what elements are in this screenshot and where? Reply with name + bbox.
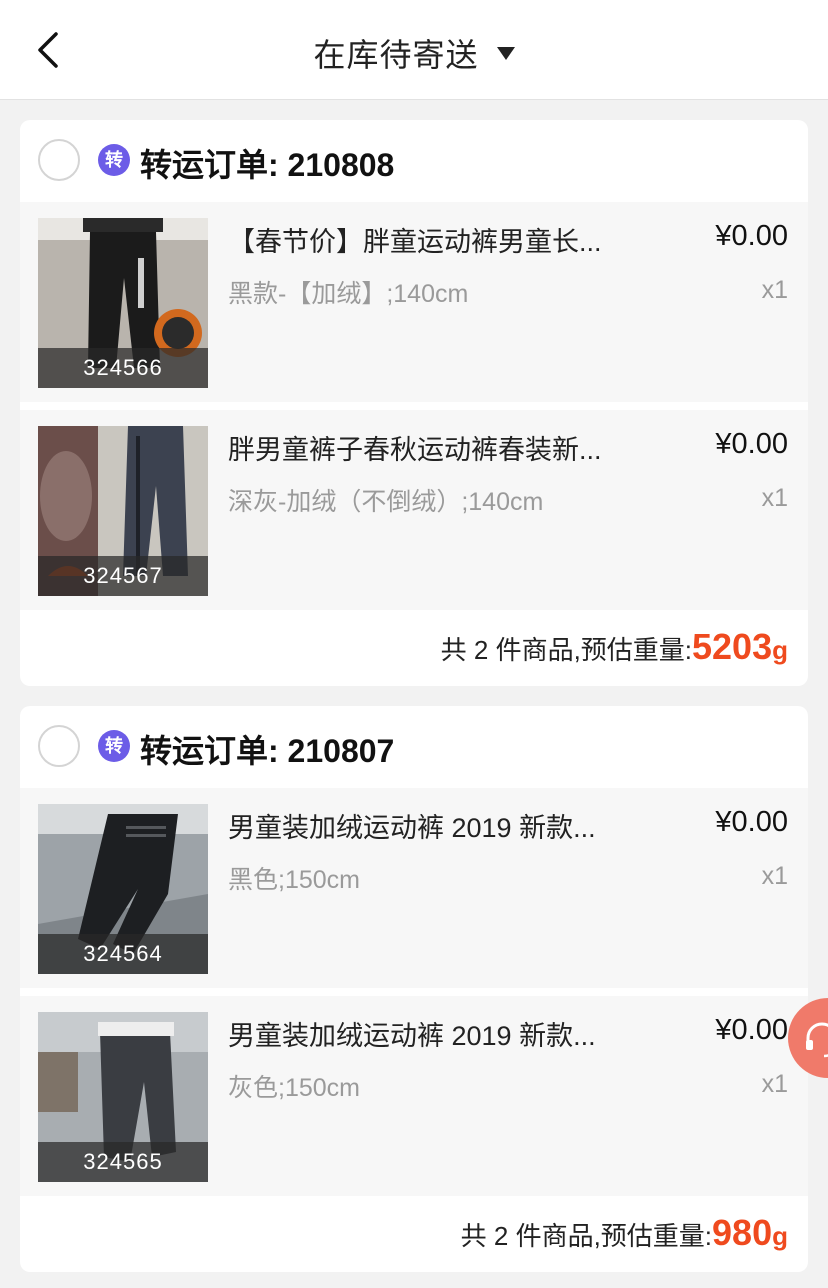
product-row[interactable]: 324565 男童装加绒运动裤 2019 新款... 灰色;150cm ¥0.0… bbox=[20, 996, 808, 1196]
estimated-weight: 980 bbox=[712, 1212, 773, 1253]
summary-text: 共 2 件商品,预估重量: bbox=[460, 1221, 713, 1251]
product-quantity: x1 bbox=[761, 484, 788, 512]
product-quantity: x1 bbox=[761, 276, 788, 304]
product-spec: 黑款-【加绒】;140cm bbox=[228, 280, 469, 308]
estimated-weight: 5203 bbox=[692, 626, 773, 667]
weight-unit: g bbox=[772, 1221, 788, 1251]
product-price: ¥0.00 bbox=[715, 1014, 788, 1046]
product-quantity: x1 bbox=[761, 862, 788, 890]
product-title: 男童装加绒运动裤 2019 新款... bbox=[228, 1021, 596, 1051]
product-thumbnail: 324565 bbox=[38, 1012, 208, 1182]
weight-unit: g bbox=[772, 635, 788, 665]
order-card: 转 转运订单: 210808 324566 【春节价】胖童运动裤男童长... 黑… bbox=[20, 120, 808, 686]
order-number: 转运订单: 210807 bbox=[140, 733, 395, 769]
product-row[interactable]: 324566 【春节价】胖童运动裤男童长... 黑款-【加绒】;140cm ¥0… bbox=[20, 202, 808, 402]
product-thumbnail: 324564 bbox=[38, 804, 208, 974]
product-title: 【春节价】胖童运动裤男童长... bbox=[228, 227, 602, 257]
product-code: 324565 bbox=[38, 1142, 208, 1182]
product-price: ¥0.00 bbox=[715, 806, 788, 838]
product-spec: 灰色;150cm bbox=[228, 1074, 360, 1102]
caret-down-icon bbox=[496, 46, 515, 60]
order-header: 转 转运订单: 210807 bbox=[20, 706, 808, 788]
top-nav-bar: 在库待寄送 bbox=[0, 0, 828, 100]
product-price: ¥0.00 bbox=[715, 428, 788, 460]
order-select-checkbox[interactable] bbox=[38, 725, 80, 767]
product-code: 324564 bbox=[38, 934, 208, 974]
product-code: 324566 bbox=[38, 348, 208, 388]
order-summary: 共 2 件商品,预估重量:980g bbox=[20, 1200, 808, 1272]
transfer-badge: 转 bbox=[98, 144, 130, 176]
page-title: 在库待寄送 bbox=[313, 37, 479, 73]
product-title: 男童装加绒运动裤 2019 新款... bbox=[228, 813, 596, 843]
transfer-badge: 转 bbox=[98, 730, 130, 762]
order-number: 转运订单: 210808 bbox=[140, 147, 395, 183]
customer-service-headset-icon bbox=[806, 1022, 828, 1058]
order-header: 转 转运订单: 210808 bbox=[20, 120, 808, 202]
product-price: ¥0.00 bbox=[715, 220, 788, 252]
product-thumbnail: 324566 bbox=[38, 218, 208, 388]
product-spec: 深灰-加绒（不倒绒）;140cm bbox=[228, 488, 544, 516]
product-row[interactable]: 324564 男童装加绒运动裤 2019 新款... 黑色;150cm ¥0.0… bbox=[20, 788, 808, 988]
order-select-checkbox[interactable] bbox=[38, 139, 80, 181]
product-row[interactable]: 324567 胖男童裤子春秋运动裤春装新... 深灰-加绒（不倒绒）;140cm… bbox=[20, 410, 808, 610]
product-title: 胖男童裤子春秋运动裤春装新... bbox=[228, 435, 602, 465]
product-spec: 黑色;150cm bbox=[228, 866, 360, 894]
product-code: 324567 bbox=[38, 556, 208, 596]
summary-text: 共 2 件商品,预估重量: bbox=[440, 635, 693, 665]
product-thumbnail: 324567 bbox=[38, 426, 208, 596]
title-dropdown[interactable]: 在库待寄送 bbox=[0, 30, 828, 74]
product-quantity: x1 bbox=[761, 1070, 788, 1098]
order-card: 转 转运订单: 210807 324564 男童装加绒运动裤 2019 新款..… bbox=[20, 706, 808, 1272]
order-summary: 共 2 件商品,预估重量:5203g bbox=[20, 614, 808, 686]
